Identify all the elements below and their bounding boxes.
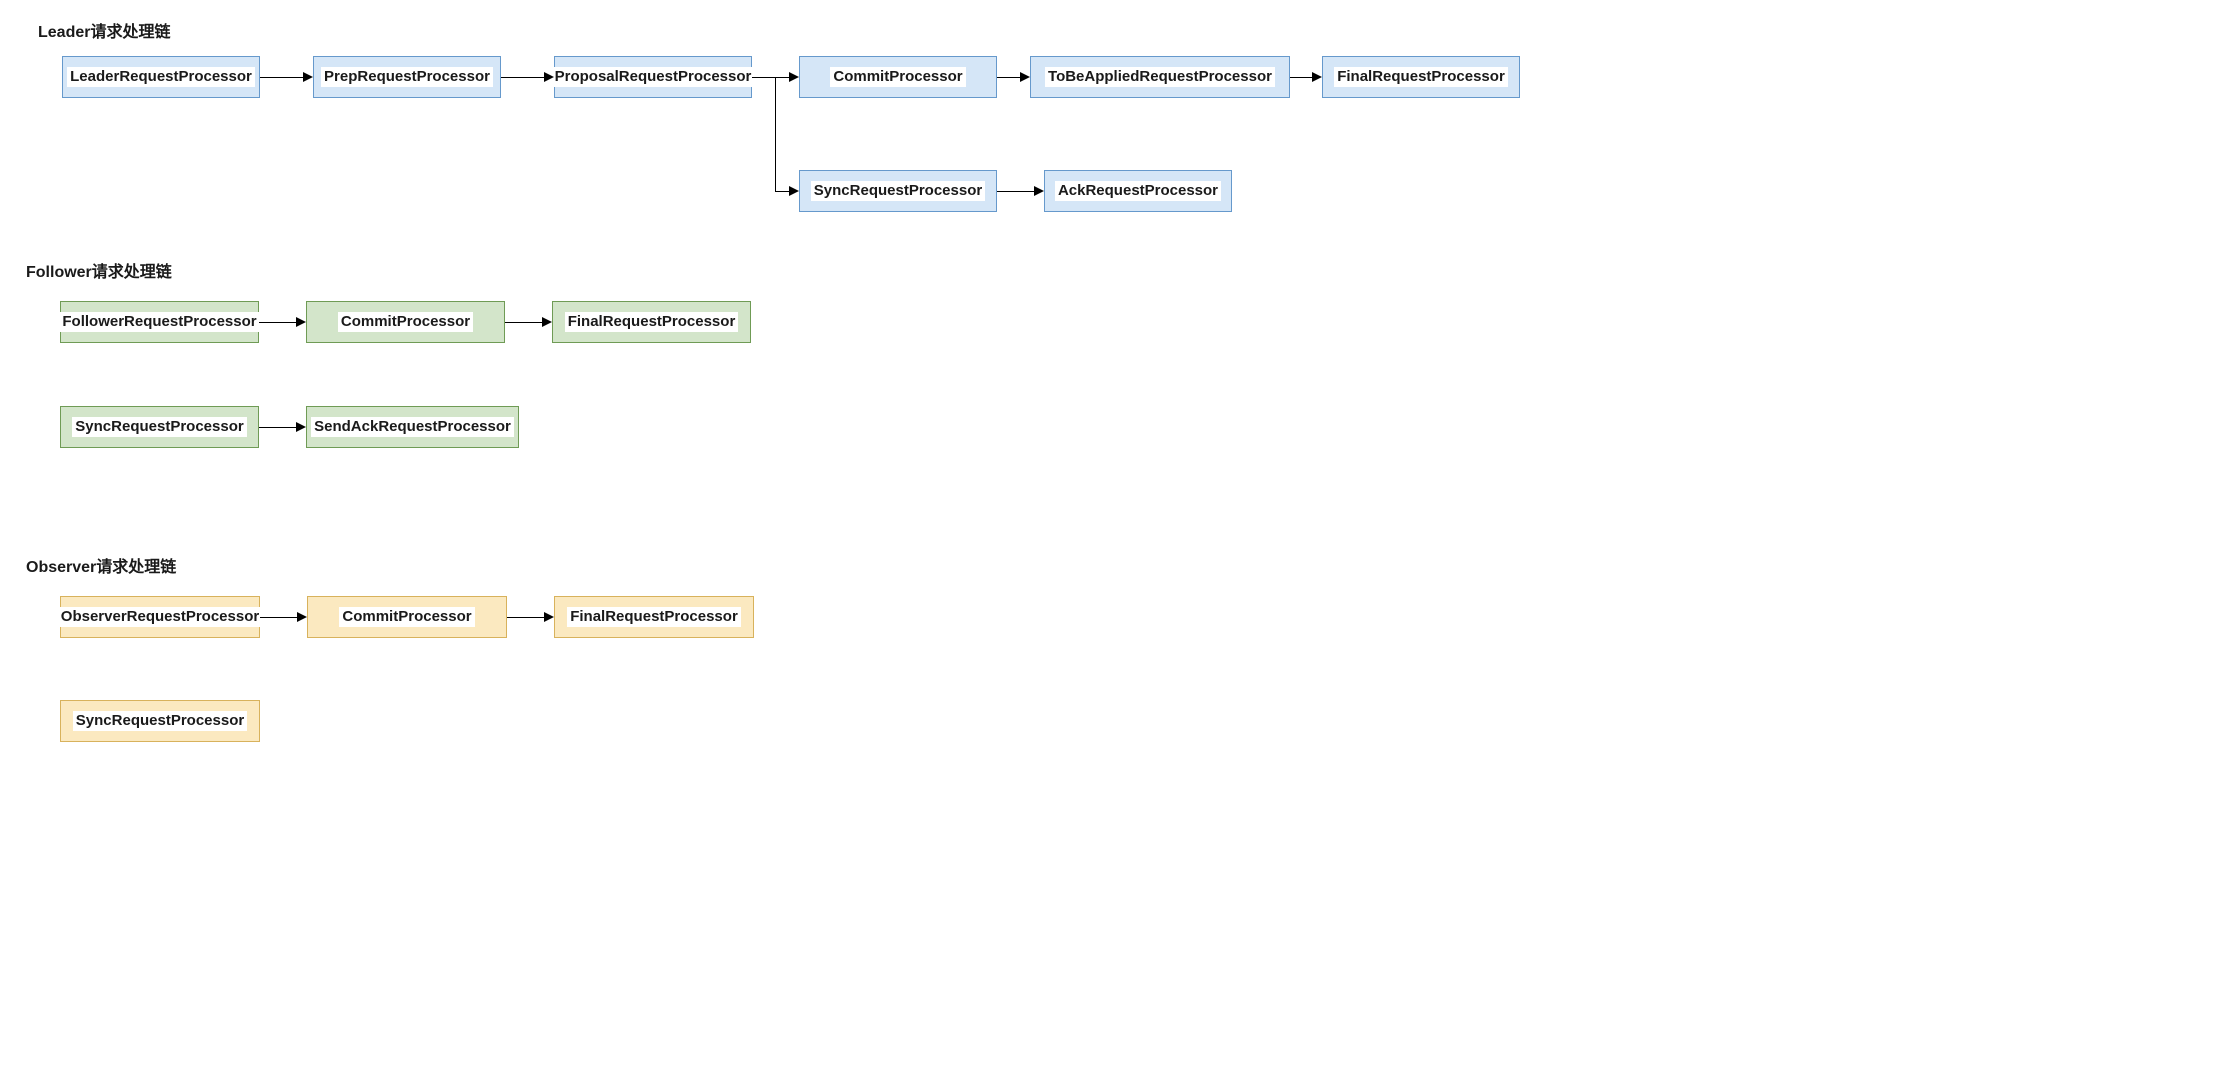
observer-request-processor: ObserverRequestProcessor: [60, 596, 260, 638]
node-label: SyncRequestProcessor: [73, 711, 247, 731]
observer-section-title: Observer请求处理链: [26, 553, 176, 577]
proposal-request-processor: ProposalRequestProcessor: [554, 56, 752, 98]
arrow-line: [1290, 77, 1312, 78]
arrow-head-icon: [303, 72, 313, 82]
arrow-line-vertical: [775, 77, 776, 191]
arrow-line: [501, 77, 544, 78]
commit-processor-observer: CommitProcessor: [307, 596, 507, 638]
node-label: ToBeAppliedRequestProcessor: [1045, 67, 1275, 87]
arrow-head-icon: [296, 317, 306, 327]
sendack-request-processor-follower: SendAckRequestProcessor: [306, 406, 519, 448]
arrow-head-icon: [296, 422, 306, 432]
node-label: ObserverRequestProcessor: [58, 607, 262, 627]
node-label: LeaderRequestProcessor: [67, 67, 255, 87]
sync-request-processor-leader: SyncRequestProcessor: [799, 170, 997, 212]
follower-section-title: Follower请求处理链: [26, 258, 172, 282]
arrow-head-icon: [1034, 186, 1044, 196]
node-label: SyncRequestProcessor: [72, 417, 246, 437]
arrow-head-icon: [542, 317, 552, 327]
arrow-line: [997, 191, 1034, 192]
node-label: AckRequestProcessor: [1055, 181, 1221, 201]
node-label: ProposalRequestProcessor: [552, 67, 755, 87]
arrow-line: [260, 617, 297, 618]
arrow-head-icon: [789, 186, 799, 196]
arrow-head-icon: [1020, 72, 1030, 82]
arrow-line: [259, 427, 296, 428]
commit-processor-follower: CommitProcessor: [306, 301, 505, 343]
node-label: FinalRequestProcessor: [565, 312, 739, 332]
leader-section-title: Leader请求处理链: [38, 18, 170, 42]
node-label: CommitProcessor: [830, 67, 965, 87]
tobeapplied-request-processor: ToBeAppliedRequestProcessor: [1030, 56, 1290, 98]
arrow-head-icon: [1312, 72, 1322, 82]
commit-processor-leader: CommitProcessor: [799, 56, 997, 98]
sync-request-processor-follower: SyncRequestProcessor: [60, 406, 259, 448]
node-label: FinalRequestProcessor: [1334, 67, 1508, 87]
prep-request-processor: PrepRequestProcessor: [313, 56, 501, 98]
arrow-line: [260, 77, 303, 78]
node-label: CommitProcessor: [338, 312, 473, 332]
sync-request-processor-observer: SyncRequestProcessor: [60, 700, 260, 742]
arrow-head-icon: [789, 72, 799, 82]
arrow-line: [752, 77, 789, 78]
arrow-line: [259, 322, 296, 323]
node-label: SendAckRequestProcessor: [311, 417, 514, 437]
arrow-line: [775, 191, 789, 192]
arrow-line: [997, 77, 1020, 78]
follower-request-processor: FollowerRequestProcessor: [60, 301, 259, 343]
final-request-processor-leader: FinalRequestProcessor: [1322, 56, 1520, 98]
final-request-processor-observer: FinalRequestProcessor: [554, 596, 754, 638]
final-request-processor-follower: FinalRequestProcessor: [552, 301, 751, 343]
node-label: PrepRequestProcessor: [321, 67, 493, 87]
arrow-head-icon: [297, 612, 307, 622]
node-label: FollowerRequestProcessor: [59, 312, 259, 332]
arrow-head-icon: [544, 612, 554, 622]
node-label: SyncRequestProcessor: [811, 181, 985, 201]
node-label: FinalRequestProcessor: [567, 607, 741, 627]
arrow-head-icon: [544, 72, 554, 82]
ack-request-processor-leader: AckRequestProcessor: [1044, 170, 1232, 212]
arrow-line: [505, 322, 542, 323]
node-label: CommitProcessor: [339, 607, 474, 627]
arrow-line: [507, 617, 544, 618]
leader-request-processor: LeaderRequestProcessor: [62, 56, 260, 98]
